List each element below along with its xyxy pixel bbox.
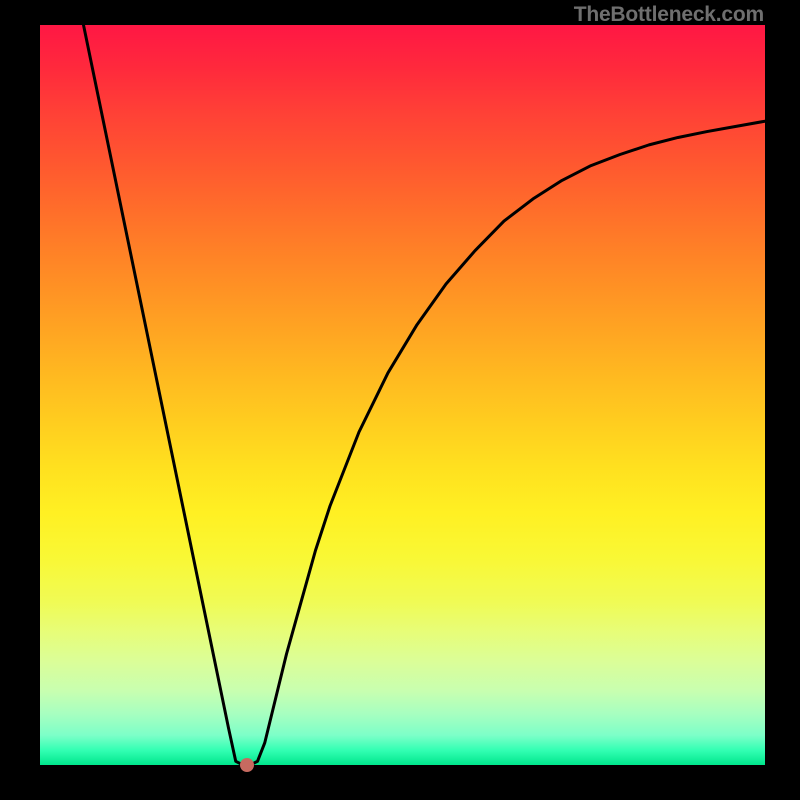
- attribution-text: TheBottleneck.com: [574, 3, 764, 27]
- optimum-marker: [240, 758, 254, 772]
- plot-area: [40, 25, 765, 765]
- bottleneck-curve: [40, 25, 765, 765]
- chart-frame: TheBottleneck.com: [0, 0, 800, 800]
